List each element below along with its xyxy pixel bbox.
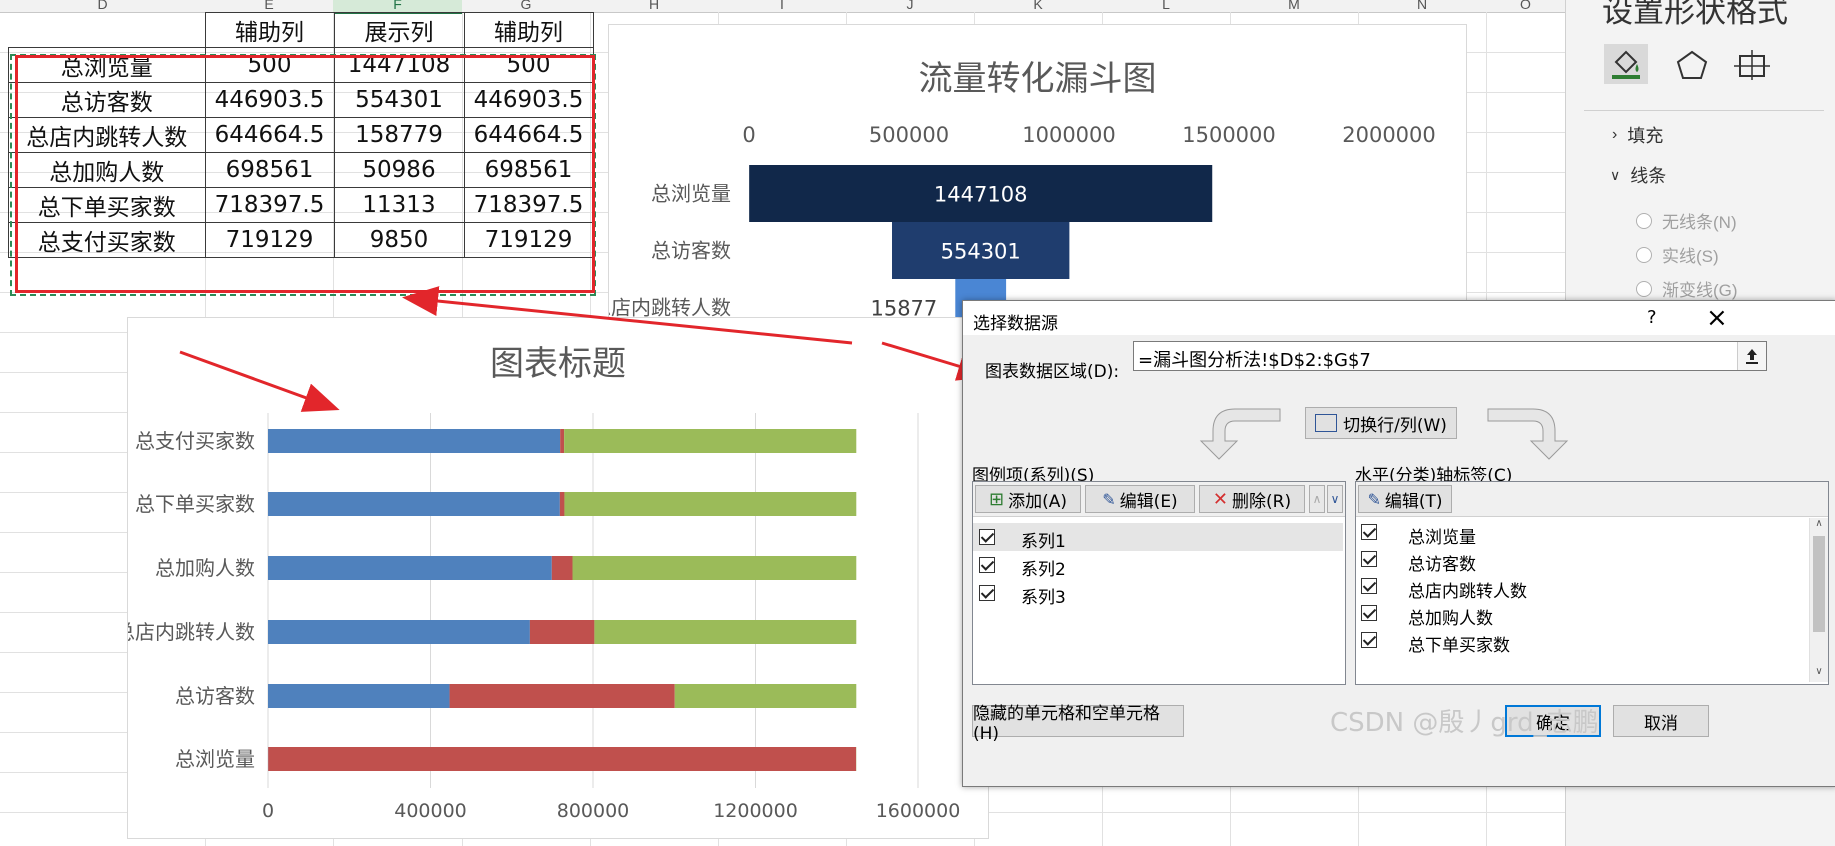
series-name: 系列1 bbox=[1021, 532, 1066, 552]
delete-x-icon: ✕ bbox=[1212, 488, 1228, 510]
list-item[interactable]: 总店内跳转人数 bbox=[1356, 574, 1796, 602]
series-name: 系列3 bbox=[1021, 588, 1066, 608]
data-range-input[interactable]: =漏斗图分析法!$D$2:$G$7 bbox=[1133, 341, 1767, 371]
hidden-empty-cells-button[interactable]: 隐藏的单元格和空单元格(H) bbox=[972, 704, 1184, 744]
fill-section-label: 填充 bbox=[1627, 126, 1664, 146]
dialog-titlebar: 选择数据源 ? × bbox=[963, 301, 1835, 335]
checkbox-checked[interactable] bbox=[1361, 524, 1377, 540]
data-range-label: 图表数据区域(D): bbox=[985, 362, 1120, 382]
data-range-value: =漏斗图分析法!$D$2:$G$7 bbox=[1138, 350, 1371, 371]
option-solid-line[interactable]: 实线(S) bbox=[1636, 242, 1719, 267]
close-button[interactable]: × bbox=[1706, 303, 1728, 333]
edit-series-button[interactable]: ✎ 编辑(E) bbox=[1085, 485, 1195, 513]
dialog-title: 选择数据源 bbox=[973, 314, 1058, 334]
list-item[interactable]: 系列1 bbox=[973, 523, 1343, 552]
checkbox-checked[interactable] bbox=[1361, 605, 1377, 621]
radio-icon bbox=[1636, 280, 1652, 297]
checkbox-checked[interactable] bbox=[1361, 632, 1377, 648]
arrow-line bbox=[402, 286, 853, 345]
edit-label: 编辑(E) bbox=[1119, 491, 1178, 512]
right-curved-arrow-icon bbox=[1487, 408, 1569, 460]
line-section-label: 线条 bbox=[1630, 166, 1667, 186]
edit-pencil-icon: ✎ bbox=[1367, 489, 1381, 509]
radio-icon bbox=[1636, 246, 1652, 263]
chevron-down-icon: ∨ bbox=[1330, 492, 1340, 506]
fill-section-toggle[interactable]: › 填充 bbox=[1612, 122, 1663, 148]
fill-line-tab[interactable] bbox=[1604, 44, 1648, 84]
category-name: 总店内跳转人数 bbox=[1408, 582, 1527, 602]
list-item[interactable]: 总加购人数 bbox=[1356, 601, 1796, 629]
move-down-button[interactable]: ∨ bbox=[1327, 485, 1343, 513]
category-name: 总加购人数 bbox=[1408, 609, 1493, 629]
series-listbox[interactable]: ⊞ 添加(A) ✎ 编辑(E) ✕ 删除(R) ∧ ∨ 系列1 系列2 系列3 bbox=[972, 481, 1346, 685]
category-listbox[interactable]: ✎ 编辑(T) 总浏览量 总访客数 总店内跳转人数 总加购人数 总下单买家数 ∧ bbox=[1355, 481, 1829, 685]
arrow-line bbox=[179, 350, 340, 412]
pentagon-effects-icon[interactable] bbox=[1674, 48, 1710, 82]
help-button[interactable]: ? bbox=[1647, 307, 1657, 328]
checkbox-checked[interactable] bbox=[1361, 551, 1377, 567]
checkbox-checked[interactable] bbox=[1361, 578, 1377, 594]
chevron-down-icon: ∨ bbox=[1610, 166, 1621, 183]
size-properties-icon[interactable] bbox=[1734, 48, 1770, 82]
delete-label: 删除(R) bbox=[1232, 491, 1292, 512]
option-no-line[interactable]: 无线条(N) bbox=[1636, 208, 1737, 233]
list-item[interactable]: 总浏览量 bbox=[1356, 520, 1796, 548]
collapse-dialog-button[interactable] bbox=[1737, 342, 1766, 370]
list-item[interactable]: 总访客数 bbox=[1356, 547, 1796, 575]
category-toolbar: ✎ 编辑(T) bbox=[1356, 482, 1828, 517]
watermark: CSDN @殷丿grd_志鹏 bbox=[1330, 708, 1599, 738]
option-label: 实线(S) bbox=[1662, 247, 1719, 266]
pane-title: 设置形状格式 bbox=[1602, 0, 1788, 30]
chevron-right-icon: › bbox=[1612, 126, 1618, 143]
option-label: 无线条(N) bbox=[1662, 213, 1737, 232]
paint-bucket-icon bbox=[1612, 50, 1640, 79]
cancel-button[interactable]: 取消 bbox=[1613, 705, 1709, 737]
option-label: 渐变线(G) bbox=[1662, 281, 1738, 300]
edit-axis-labels-button[interactable]: ✎ 编辑(T) bbox=[1358, 485, 1452, 513]
vertical-scrollbar[interactable]: ∧ ∨ bbox=[1809, 518, 1828, 682]
add-series-button[interactable]: ⊞ 添加(A) bbox=[975, 485, 1081, 513]
list-item[interactable]: 系列2 bbox=[973, 551, 1343, 580]
edit-axis-label: 编辑(T) bbox=[1384, 491, 1443, 512]
switch-row-column-button[interactable]: 切换行/列(W) bbox=[1305, 407, 1457, 439]
switch-grid-icon bbox=[1315, 414, 1338, 432]
edit-pencil-icon: ✎ bbox=[1102, 489, 1116, 509]
category-name: 总下单买家数 bbox=[1408, 636, 1510, 656]
series-name: 系列2 bbox=[1021, 560, 1066, 580]
scroll-up-icon[interactable]: ∧ bbox=[1810, 518, 1828, 534]
upload-arrow-icon bbox=[1746, 349, 1758, 364]
list-item[interactable]: 系列3 bbox=[973, 579, 1343, 608]
series-toolbar: ⊞ 添加(A) ✎ 编辑(E) ✕ 删除(R) ∧ ∨ bbox=[973, 482, 1345, 517]
chevron-up-icon: ∧ bbox=[1312, 492, 1322, 506]
radio-icon bbox=[1636, 212, 1652, 229]
checkbox-checked[interactable] bbox=[979, 529, 995, 545]
category-name: 总浏览量 bbox=[1408, 528, 1476, 548]
scroll-down-icon[interactable]: ∨ bbox=[1810, 666, 1828, 682]
checkbox-checked[interactable] bbox=[979, 557, 995, 573]
left-curved-arrow-icon bbox=[1199, 408, 1281, 460]
add-label: 添加(A) bbox=[1008, 491, 1067, 512]
option-gradient-line[interactable]: 渐变线(G) bbox=[1636, 276, 1738, 301]
checkbox-checked[interactable] bbox=[979, 585, 995, 601]
category-name: 总访客数 bbox=[1408, 555, 1476, 575]
switch-label: 切换行/列(W) bbox=[1343, 415, 1447, 436]
line-section-toggle[interactable]: ∨ 线条 bbox=[1610, 162, 1666, 188]
list-item[interactable]: 总下单买家数 bbox=[1356, 628, 1796, 656]
move-up-button[interactable]: ∧ bbox=[1309, 485, 1325, 513]
plus-icon: ⊞ bbox=[989, 488, 1005, 510]
scrollbar-thumb[interactable] bbox=[1813, 536, 1825, 632]
delete-series-button[interactable]: ✕ 删除(R) bbox=[1199, 485, 1305, 513]
